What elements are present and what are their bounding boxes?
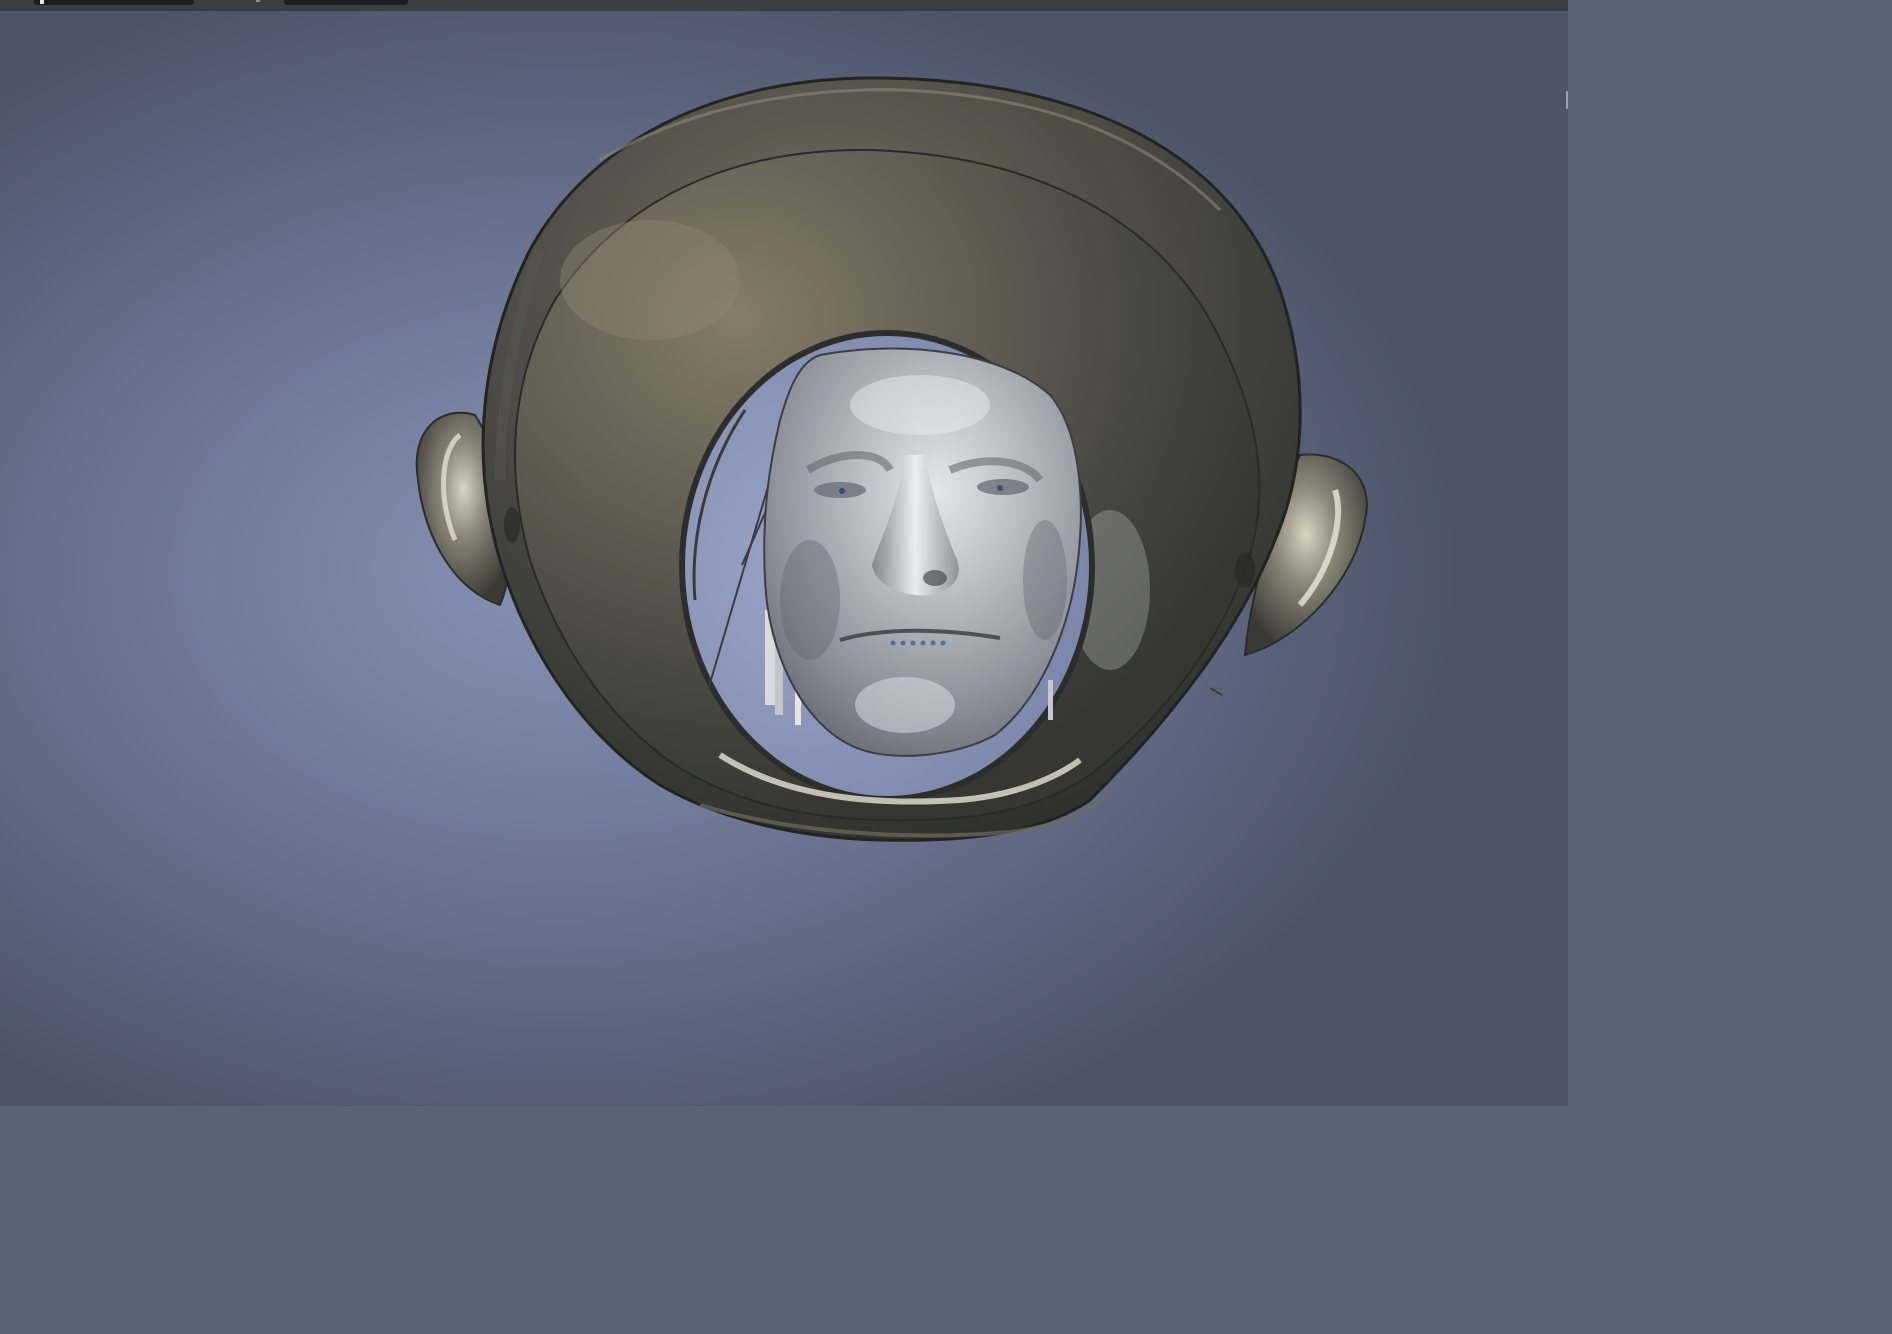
- text-caret-icon: [40, 0, 44, 4]
- app-window: [0, 0, 1568, 1106]
- viewport-edge-marker: [1566, 91, 1568, 109]
- toolbar-separator-icon: [256, 0, 260, 2]
- 3d-scene[interactable]: [0, 11, 1568, 1106]
- eye-electrode-right: [997, 485, 1003, 491]
- toolbar-field-1[interactable]: [34, 0, 194, 5]
- 3d-viewport[interactable]: [0, 11, 1568, 1106]
- toolbar-field-2[interactable]: [284, 0, 408, 5]
- eye-electrode-left: [839, 488, 845, 494]
